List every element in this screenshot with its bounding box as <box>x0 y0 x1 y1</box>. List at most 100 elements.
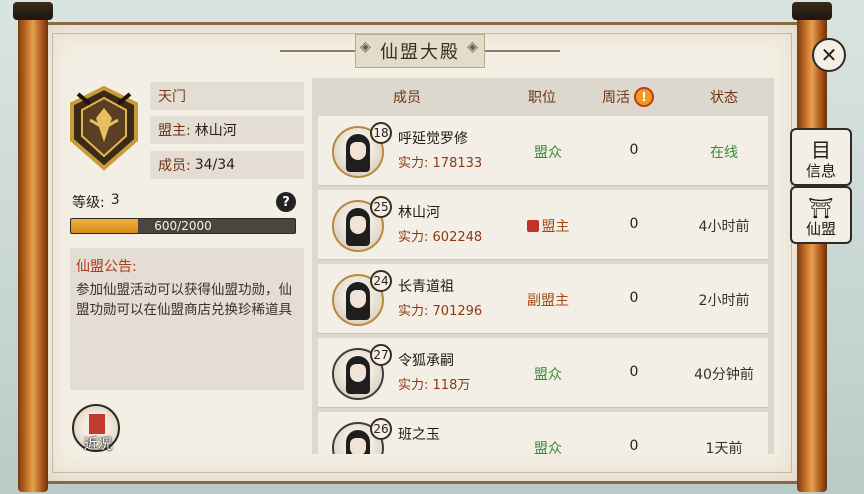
pagoda-icon: ⛩ <box>808 196 834 220</box>
avatar-face <box>350 142 366 160</box>
member-weekly: 0 <box>629 438 639 454</box>
guild-leader-row: 盟主: 林山河 <box>150 116 304 144</box>
rod-cap-top <box>13 2 53 20</box>
avatar-face <box>350 290 366 308</box>
avatar[interactable]: 25 <box>332 196 392 252</box>
avatar-level: 25 <box>370 196 392 218</box>
tab-info[interactable]: 目 信息 <box>790 128 852 186</box>
member-position: 盟主 <box>508 216 588 236</box>
header-status: 状态 <box>710 90 738 106</box>
page-title-plate: ◈ 仙盟大殿 ◈ <box>355 34 485 68</box>
member-weekly: 0 <box>629 364 639 380</box>
power-label: 实力: <box>398 156 429 171</box>
card-icon <box>87 412 107 436</box>
recent-button[interactable]: 近况 <box>72 404 120 453</box>
avatar[interactable]: 26 <box>332 418 392 454</box>
member-status: 在线 <box>710 145 738 161</box>
header-weekly-label: 周活 <box>602 90 630 106</box>
power-value: 118万 <box>432 378 471 393</box>
member-status: 1天前 <box>705 441 743 454</box>
tab-guild[interactable]: ⛩ 仙盟 <box>790 186 852 244</box>
power-label: 实力: <box>398 304 429 319</box>
avatar-level: 26 <box>370 418 392 440</box>
member-table[interactable]: 成员 职位 周活 ! 状态 18 呼延觉罗修 实力: 178133 盟众 0 在… <box>312 78 774 454</box>
close-button[interactable]: ✕ <box>812 38 846 72</box>
scroll-rod-left <box>13 2 53 492</box>
tab-guild-label: 仙盟 <box>805 220 836 238</box>
member-power: 实力: 701296 <box>398 300 482 319</box>
member-position: 盟众 <box>534 441 562 454</box>
power-value: 178133 <box>432 156 483 171</box>
guild-members-row: 成员: 34/34 <box>150 151 304 179</box>
notice-panel: 仙盟公告: 参加仙盟活动可以获得仙盟功勋，仙盟功勋可以在仙盟商店兑换珍稀道具 <box>70 248 304 390</box>
avatar-level: 24 <box>370 270 392 292</box>
member-status: 4小时前 <box>698 219 750 235</box>
avatar-level: 18 <box>370 122 392 144</box>
level-value: 3 <box>110 192 120 208</box>
members-label: 成员: <box>158 158 191 174</box>
member-name: 长青道祖 <box>398 279 454 295</box>
leader-label: 盟主: <box>158 123 191 139</box>
member-weekly: 0 <box>629 142 639 158</box>
exp-bar: 600/2000 <box>70 218 296 234</box>
member-position: 副盟主 <box>527 293 569 309</box>
member-position: 盟众 <box>534 145 562 161</box>
ornament-icon: ◈ <box>360 39 373 55</box>
leader-value: 林山河 <box>194 123 237 139</box>
avatar[interactable]: 18 <box>332 122 392 178</box>
rod-cap-top <box>792 2 832 20</box>
avatar-level: 27 <box>370 344 392 366</box>
member-name: 林山河 <box>398 205 440 221</box>
title-band: ◈ 仙盟大殿 ◈ <box>280 34 560 68</box>
member-status: 40分钟前 <box>694 367 754 383</box>
members-value: 34/34 <box>194 157 236 173</box>
tab-info-label: 信息 <box>805 162 836 180</box>
member-position: 盟众 <box>534 367 562 383</box>
power-value: 602248 <box>432 230 483 245</box>
member-position-label: 盟主 <box>541 219 570 235</box>
power-value: 701296 <box>432 304 483 319</box>
table-header: 成员 职位 周活 ! 状态 <box>312 78 774 116</box>
avatar[interactable]: 27 <box>332 344 392 400</box>
level-row: 等级: 3 <box>72 192 120 212</box>
member-weekly: 0 <box>629 290 639 306</box>
table-row[interactable]: 18 呼延觉罗修 实力: 178133 盟众 0 在线 <box>318 116 768 186</box>
recent-label: 近况 <box>84 437 112 453</box>
guild-emblem-icon <box>70 85 138 171</box>
table-row[interactable]: 27 令狐承嗣 实力: 118万 盟众 0 40分钟前 <box>318 338 768 408</box>
level-label: 等级: <box>72 195 105 211</box>
notice-body: 参加仙盟活动可以获得仙盟功勋，仙盟功勋可以在仙盟商店兑换珍稀道具 <box>76 282 292 318</box>
guild-name-row: 天门 <box>150 82 304 110</box>
avatar[interactable]: 24 <box>332 270 392 326</box>
exp-text: 600/2000 <box>154 219 212 233</box>
member-name: 令狐承嗣 <box>398 353 454 369</box>
table-row[interactable]: 24 长青道祖 实力: 701296 副盟主 0 2小时前 <box>318 264 768 334</box>
avatar-face <box>350 364 366 382</box>
page-title: 仙盟大殿 <box>380 42 460 63</box>
member-power: 实力: 118万 <box>398 374 470 393</box>
scroll-rod-right <box>792 2 832 492</box>
book-icon: 目 <box>811 138 831 162</box>
help-icon[interactable]: ? <box>276 192 296 212</box>
notice-title: 仙盟公告: <box>76 259 137 275</box>
avatar-face <box>350 438 366 454</box>
guild-name: 天门 <box>158 89 186 105</box>
member-weekly: 0 <box>629 216 639 232</box>
header-position: 职位 <box>528 90 556 106</box>
member-power: 实力: 602248 <box>398 226 482 245</box>
member-name: 班之玉 <box>398 427 440 443</box>
member-name: 呼延觉罗修 <box>398 131 468 147</box>
power-label: 实力: <box>398 378 429 393</box>
leader-badge-icon <box>526 220 539 232</box>
table-row[interactable]: 25 林山河 实力: 602248 盟主 0 4小时前 <box>318 190 768 260</box>
table-row[interactable]: 26 班之玉 盟众 0 1天前 <box>318 412 768 454</box>
exclamation-icon[interactable]: ! <box>634 87 654 107</box>
member-status: 2小时前 <box>698 293 750 309</box>
header-weekly: 周活 ! <box>582 87 674 107</box>
member-power: 实力: 178133 <box>398 152 482 171</box>
close-icon: ✕ <box>820 43 838 67</box>
power-label: 实力: <box>398 230 429 245</box>
header-member: 成员 <box>393 90 421 106</box>
avatar-face <box>350 216 366 234</box>
ornament-icon: ◈ <box>467 39 480 55</box>
